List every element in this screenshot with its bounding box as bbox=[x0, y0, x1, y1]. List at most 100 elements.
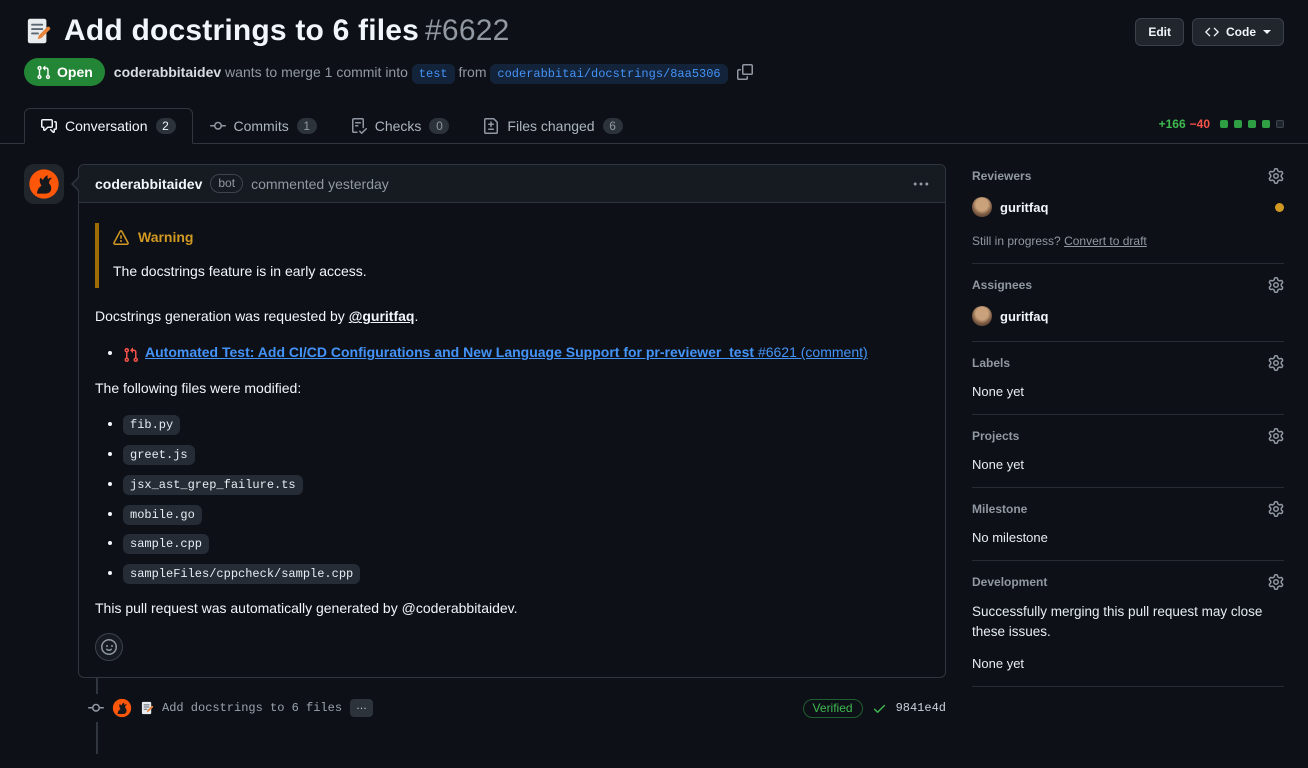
comment-meta: commented yesterday bbox=[251, 176, 389, 192]
kebab-icon bbox=[913, 176, 929, 192]
sidebar-section-assignees: Assignees guritfaq bbox=[972, 264, 1284, 342]
avatar[interactable] bbox=[972, 197, 992, 217]
warning-body: The docstrings feature is in early acces… bbox=[113, 261, 929, 283]
tab-counter: 2 bbox=[156, 118, 176, 134]
pr-tabbar: Conversation 2 Commits 1 Checks 0 Files … bbox=[0, 108, 1308, 144]
file-diff-icon bbox=[483, 118, 499, 134]
projects-empty-value: None yet bbox=[972, 457, 1284, 472]
code-button[interactable]: Code bbox=[1192, 18, 1284, 46]
list-item: jsx_ast_grep_failure.ts bbox=[123, 473, 929, 495]
reviewer-link[interactable]: guritfaq bbox=[1000, 200, 1048, 215]
section-title: Assignees bbox=[972, 278, 1032, 292]
tab-label: Checks bbox=[375, 118, 422, 134]
convert-to-draft-link[interactable]: Convert to draft bbox=[1064, 234, 1147, 248]
development-description: Successfully merging this pull request m… bbox=[972, 602, 1284, 643]
sidebar-section-milestone: Milestone No milestone bbox=[972, 488, 1284, 561]
projects-header[interactable]: Projects bbox=[972, 428, 1284, 444]
list-item: sampleFiles/cppcheck/sample.cpp bbox=[123, 562, 929, 584]
comment-footer: This pull request was automatically gene… bbox=[95, 598, 929, 620]
section-title: Labels bbox=[972, 356, 1010, 370]
reviewers-header[interactable]: Reviewers bbox=[972, 168, 1284, 184]
pr-header: Add docstrings to 6 files#6622 Edit Code… bbox=[0, 0, 1308, 86]
diffstat-block bbox=[1248, 120, 1256, 128]
sidebar-section-labels: Labels None yet bbox=[972, 342, 1284, 415]
sidebar: Reviewers guritfaq Still in progress? Co… bbox=[972, 164, 1284, 687]
list-item: fib.py bbox=[123, 413, 929, 435]
gear-icon[interactable] bbox=[1268, 168, 1284, 184]
tab-files-changed[interactable]: Files changed 6 bbox=[466, 108, 639, 143]
avatar[interactable] bbox=[972, 306, 992, 326]
section-title: Development bbox=[972, 575, 1047, 589]
merge-text: wants to merge 1 commit into bbox=[225, 64, 408, 80]
gear-icon[interactable] bbox=[1268, 277, 1284, 293]
checklist-icon bbox=[351, 118, 367, 134]
pending-review-dot bbox=[1275, 203, 1284, 212]
mention-link[interactable]: @guritfaq bbox=[349, 308, 415, 324]
development-header[interactable]: Development bbox=[972, 574, 1284, 590]
add-reaction-button[interactable] bbox=[95, 633, 123, 661]
commit-message-link[interactable]: Add docstrings to 6 files bbox=[162, 701, 342, 715]
avatar[interactable] bbox=[112, 698, 132, 718]
alert-icon bbox=[113, 230, 129, 246]
linked-issue-link[interactable]: Automated Test: Add CI/CD Configurations… bbox=[145, 344, 868, 360]
request-suffix: . bbox=[414, 308, 418, 324]
file-name: sampleFiles/cppcheck/sample.cpp bbox=[123, 564, 360, 584]
commit-expander-button[interactable]: … bbox=[350, 699, 373, 717]
pr-author-link[interactable]: coderabbitaidev bbox=[114, 64, 221, 80]
diffstat-block bbox=[1276, 120, 1284, 128]
sidebar-section-projects: Projects None yet bbox=[972, 415, 1284, 488]
list-item: mobile.go bbox=[123, 503, 929, 525]
edit-button[interactable]: Edit bbox=[1135, 18, 1184, 46]
pr-number: #6622 bbox=[425, 14, 509, 47]
assignees-header[interactable]: Assignees bbox=[972, 277, 1284, 293]
tab-label: Conversation bbox=[65, 118, 148, 134]
assignee-link[interactable]: guritfaq bbox=[1000, 309, 1048, 324]
diffstat-block bbox=[1262, 120, 1270, 128]
gear-icon[interactable] bbox=[1268, 501, 1284, 517]
bot-badge: bot bbox=[210, 174, 243, 193]
warning-title-row: Warning bbox=[113, 227, 929, 249]
base-branch-label[interactable]: test bbox=[412, 64, 455, 84]
file-name: mobile.go bbox=[123, 505, 202, 525]
comment-body: Warning The docstrings feature is in ear… bbox=[79, 203, 945, 677]
linked-issue-list: Automated Test: Add CI/CD Configurations… bbox=[95, 342, 929, 364]
copy-branch-button[interactable] bbox=[737, 64, 753, 80]
list-item: sample.cpp bbox=[123, 532, 929, 554]
gear-icon[interactable] bbox=[1268, 355, 1284, 371]
pr-title-row: Add docstrings to 6 files#6622 bbox=[24, 14, 1284, 48]
main-content: coderabbitaidev bot commented yesterday … bbox=[0, 144, 1308, 734]
tab-counter: 0 bbox=[429, 118, 449, 134]
diffstat-block bbox=[1234, 120, 1242, 128]
tab-counter: 1 bbox=[297, 118, 317, 134]
gear-icon[interactable] bbox=[1268, 574, 1284, 590]
from-word: from bbox=[459, 64, 487, 80]
list-item: greet.js bbox=[123, 443, 929, 465]
development-empty-value: None yet bbox=[972, 656, 1284, 671]
milestone-header[interactable]: Milestone bbox=[972, 501, 1284, 517]
gear-icon[interactable] bbox=[1268, 428, 1284, 444]
section-title: Reviewers bbox=[972, 169, 1031, 183]
tab-checks[interactable]: Checks 0 bbox=[334, 108, 467, 143]
header-actions: Edit Code bbox=[1135, 18, 1284, 46]
comment-options-button[interactable] bbox=[913, 176, 929, 192]
avatar[interactable] bbox=[24, 164, 64, 204]
verified-badge[interactable]: Verified bbox=[803, 699, 863, 718]
comment-author-link[interactable]: coderabbitaidev bbox=[95, 176, 202, 192]
copy-icon bbox=[737, 64, 753, 80]
labels-header[interactable]: Labels bbox=[972, 355, 1284, 371]
reviewer-row: guritfaq bbox=[972, 197, 1284, 217]
timeline-column: coderabbitaidev bot commented yesterday … bbox=[24, 164, 946, 734]
linked-issue-title: Automated Test: Add CI/CD Configurations… bbox=[145, 344, 754, 360]
diffstat-block bbox=[1220, 120, 1228, 128]
tab-conversation[interactable]: Conversation 2 bbox=[24, 108, 193, 144]
memo-icon bbox=[24, 17, 52, 45]
comment-bubble: coderabbitaidev bot commented yesterday … bbox=[78, 164, 946, 678]
head-branch-label[interactable]: coderabbitai/docstrings/8aa5306 bbox=[490, 64, 727, 84]
pull-request-icon bbox=[36, 65, 51, 80]
commit-sha-link[interactable]: 9841e4d bbox=[896, 701, 946, 715]
chevron-down-icon bbox=[1263, 30, 1271, 34]
pull-request-page: Add docstrings to 6 files#6622 Edit Code… bbox=[0, 0, 1308, 768]
tab-commits[interactable]: Commits 1 bbox=[193, 108, 334, 143]
timeline-commit: Add docstrings to 6 files … Verified 984… bbox=[24, 694, 946, 722]
commit-status: Verified 9841e4d bbox=[803, 699, 946, 718]
